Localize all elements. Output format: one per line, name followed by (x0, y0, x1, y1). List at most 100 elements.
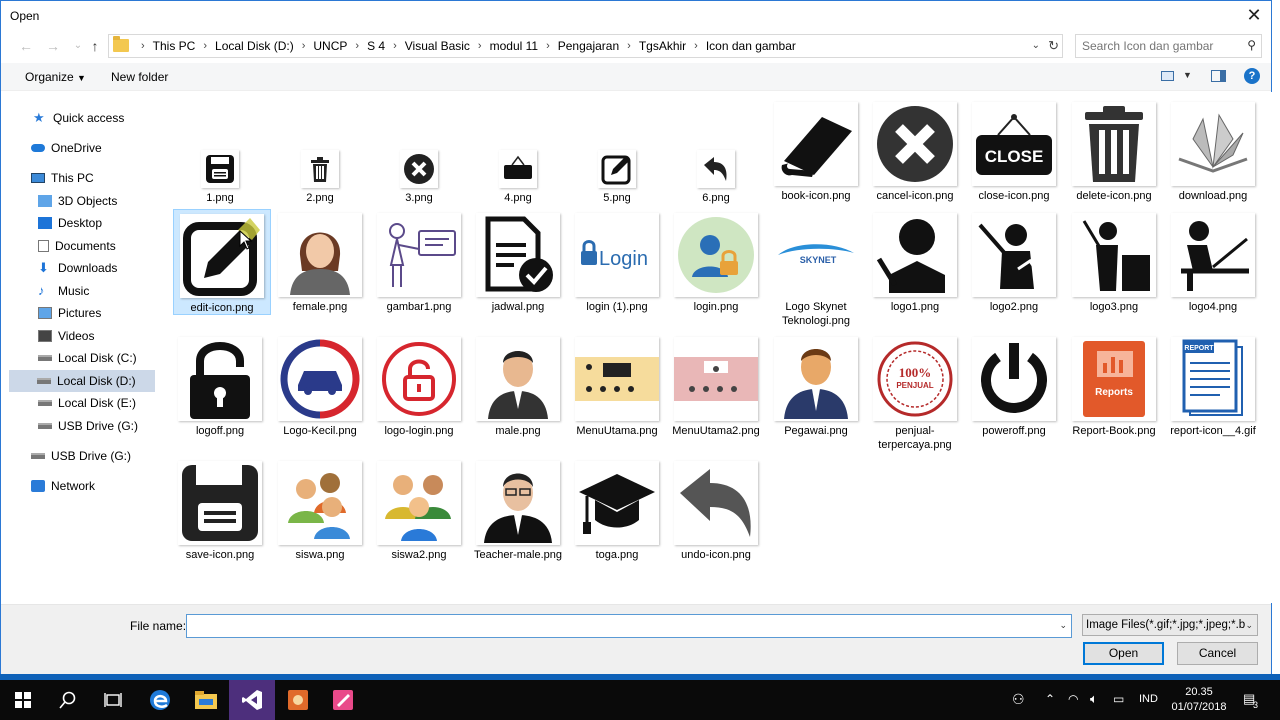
file-tile[interactable]: logo-login.png (370, 333, 468, 438)
file-tile[interactable]: 4.png (469, 146, 567, 205)
organize-button[interactable]: Organize ▼ (25, 70, 86, 84)
breadcrumb-item[interactable]: Local Disk (D:) (215, 39, 294, 53)
file-explorer-icon[interactable] (183, 680, 229, 720)
file-tile[interactable]: Teacher-male.png (469, 457, 567, 562)
file-name-combo[interactable]: ⌄ (186, 614, 1072, 638)
chevron-right-icon[interactable]: › (355, 40, 359, 52)
breadcrumb-item[interactable]: TgsAkhir (639, 39, 686, 53)
file-tile-selected[interactable]: edit-icon.png (173, 209, 271, 315)
file-tile[interactable]: jadwal.png (469, 209, 567, 314)
nav-item-local-disk-d[interactable]: Local Disk (D:) (9, 370, 155, 392)
file-tile[interactable]: 100% PENJUAL penjual-terpercaya.png (866, 333, 964, 452)
file-tile[interactable]: Pegawai.png (767, 333, 865, 438)
open-button[interactable]: Open (1083, 642, 1164, 665)
chevron-down-icon[interactable]: ⌄ (1032, 37, 1040, 55)
file-tile[interactable]: MenuUtama2.png (667, 333, 765, 438)
file-tile[interactable]: logo3.png (1065, 209, 1163, 314)
file-tile[interactable]: male.png (469, 333, 567, 438)
nav-item-downloads[interactable]: ⬇ Downloads (38, 257, 117, 279)
nav-item-local-disk-c[interactable]: Local Disk (C:) (38, 347, 137, 369)
system-clock[interactable]: 20.35 01/07/2018 (1168, 685, 1230, 715)
breadcrumb-item[interactable]: UNCP (313, 39, 347, 53)
file-tile[interactable]: Logo-Kecil.png (271, 333, 369, 438)
file-tile[interactable]: Login login (1).png (568, 209, 666, 314)
file-tile[interactable]: download.png (1164, 98, 1262, 203)
breadcrumb-item[interactable]: S 4 (367, 39, 385, 53)
file-tile[interactable]: female.png (271, 209, 369, 314)
nav-item-local-disk-e[interactable]: Local Disk (E:) (38, 392, 136, 414)
refresh-icon[interactable]: ↻ (1048, 36, 1059, 56)
caret-down-icon[interactable]: ▼ (1183, 70, 1192, 80)
file-tile[interactable]: undo-icon.png (667, 457, 765, 562)
file-name-input[interactable] (187, 615, 1047, 637)
chevron-right-icon[interactable]: › (627, 40, 631, 52)
file-tile[interactable]: delete-icon.png (1065, 98, 1163, 203)
chevron-right-icon[interactable]: › (478, 40, 482, 52)
file-tile[interactable]: Reports Report-Book.png (1065, 333, 1163, 438)
file-tile[interactable]: save-icon.png (171, 457, 269, 562)
breadcrumb-item[interactable]: Visual Basic (405, 39, 470, 53)
chevron-right-icon[interactable]: › (393, 40, 397, 52)
cancel-button[interactable]: Cancel (1177, 642, 1258, 665)
chevron-right-icon[interactable]: › (546, 40, 550, 52)
file-tile[interactable]: CLOSE close-icon.png (965, 98, 1063, 203)
nav-item-quick-access[interactable]: ★ Quick access (33, 107, 124, 129)
search-icon[interactable] (45, 680, 91, 720)
back-arrow-icon[interactable]: ← (16, 36, 36, 56)
up-arrow-icon[interactable]: ↑ (85, 36, 105, 56)
chevron-up-icon[interactable]: ⌃ (1045, 692, 1055, 706)
file-tile[interactable]: 6.png (667, 146, 765, 205)
file-tile[interactable]: login.png (667, 209, 765, 314)
search-box[interactable]: ⚲ (1075, 34, 1262, 58)
windows-start-icon[interactable] (0, 680, 46, 720)
file-tile[interactable]: book-icon.png (767, 98, 865, 203)
nav-item-documents[interactable]: Documents (38, 235, 116, 257)
close-icon[interactable]: ✕ (1243, 4, 1265, 26)
chevron-right-icon[interactable]: › (694, 40, 698, 52)
preview-pane-icon[interactable] (1211, 70, 1226, 82)
nav-item-desktop[interactable]: Desktop (38, 212, 102, 234)
battery-icon[interactable]: ▭ (1113, 692, 1124, 706)
file-tile[interactable]: siswa.png (271, 457, 369, 562)
nav-item-usb-drive-g-root[interactable]: USB Drive (G:) (31, 445, 131, 467)
file-tile[interactable]: logo4.png (1164, 209, 1262, 314)
search-input[interactable] (1076, 35, 1236, 57)
nav-item-onedrive[interactable]: OneDrive (31, 137, 102, 159)
nav-item-videos[interactable]: Videos (38, 325, 94, 347)
chevron-right-icon[interactable]: › (203, 40, 207, 52)
file-tile[interactable]: MenuUtama.png (568, 333, 666, 438)
view-icon[interactable] (1161, 71, 1174, 81)
file-tile[interactable]: poweroff.png (965, 333, 1063, 438)
help-icon[interactable]: ? (1244, 68, 1260, 84)
file-tile[interactable]: 5.png (568, 146, 666, 205)
forward-arrow-icon[interactable]: → (43, 36, 63, 56)
edge-browser-icon[interactable] (137, 680, 183, 720)
breadcrumb-item[interactable]: Pengajaran (558, 39, 619, 53)
file-tile[interactable]: cancel-icon.png (866, 98, 964, 203)
wifi-icon[interactable]: ◠ (1068, 692, 1078, 706)
new-folder-button[interactable]: New folder (111, 70, 168, 84)
breadcrumb-item[interactable]: modul 11 (490, 39, 538, 53)
nav-item-usb-drive-g[interactable]: USB Drive (G:) (38, 415, 138, 437)
task-view-icon[interactable] (90, 680, 136, 720)
nav-item-pictures[interactable]: Pictures (38, 302, 101, 324)
file-tile[interactable]: siswa2.png (370, 457, 468, 562)
nav-item-this-pc[interactable]: This PC (31, 167, 94, 189)
file-tile[interactable]: logo2.png (965, 209, 1063, 314)
nav-item-music[interactable]: ♪ Music (38, 280, 89, 302)
nav-item-3d-objects[interactable]: 3D Objects (38, 190, 117, 212)
search-icon[interactable]: ⚲ (1247, 38, 1256, 52)
file-tile[interactable]: 2.png (271, 146, 369, 205)
volume-icon[interactable]: 🔈︎ (1090, 691, 1098, 707)
address-bar[interactable]: › This PC › Local Disk (D:) › UNCP › S 4… (108, 34, 1063, 58)
file-tile[interactable]: logoff.png (171, 333, 269, 438)
file-tile[interactable]: 3.png (370, 146, 468, 205)
visual-studio-icon[interactable] (229, 680, 275, 720)
file-tile[interactable]: gambar1.png (370, 209, 468, 314)
chevron-right-icon[interactable]: › (302, 40, 306, 52)
file-type-select[interactable]: Image Files(*.gif;*.jpg;*.jpeg;*.b ⌄ (1082, 614, 1258, 636)
file-tile[interactable]: SKYNET Logo Skynet Teknologi.png (767, 209, 865, 328)
file-tile[interactable]: REPORT report-icon__4.gif (1164, 333, 1262, 438)
recorder-app-icon[interactable] (275, 680, 321, 720)
file-tile[interactable]: logo1.png (866, 209, 964, 314)
